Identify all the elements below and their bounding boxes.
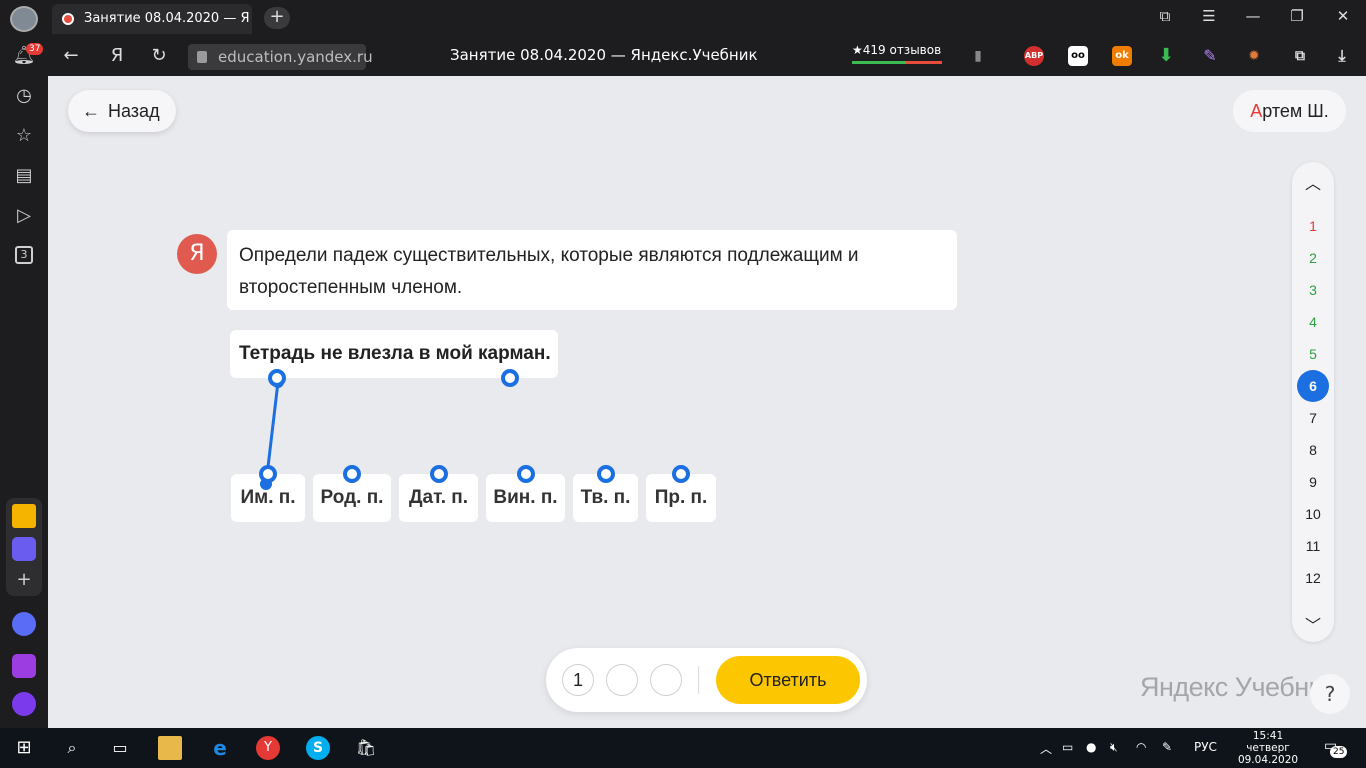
language-indicator[interactable]: РУС [1194,740,1217,754]
pen-icon[interactable]: ✎ [1162,740,1172,754]
battery-icon[interactable]: ▭ [1062,740,1073,754]
answer-slot-3[interactable] [650,664,682,696]
connector-dot-word-1[interactable] [268,369,286,387]
clock-day: четверг [1246,742,1290,754]
file-explorer-icon[interactable] [158,736,182,760]
connector-dot-rod[interactable] [343,465,361,483]
search-icon[interactable]: ⌕ [60,736,84,760]
connector-dot-tv[interactable] [597,465,615,483]
store-icon[interactable]: 🛍︎ [354,736,378,760]
connector-dot-pr[interactable] [672,465,690,483]
wifi-icon[interactable]: ◠ [1136,740,1146,754]
connector-dot-dat[interactable] [430,465,448,483]
action-center-icon[interactable]: ▭ 25 [1324,738,1348,758]
connector-dot-im[interactable] [259,465,277,483]
task-view-icon[interactable]: ▭ [108,736,132,760]
skype-icon[interactable]: S [306,736,330,760]
taskbar-clock[interactable]: 15:41 четверг 09.04.2020 [1236,730,1300,766]
help-button[interactable]: ? [1310,674,1350,714]
yandex-browser-icon[interactable]: Y [256,736,280,760]
tray-chevron-icon[interactable]: ︿ [1040,740,1052,757]
volume-icon[interactable]: 🔇︎ [1110,740,1118,755]
submit-answer-button[interactable]: Ответить [716,656,860,704]
tray-app-icon[interactable]: ● [1086,740,1096,754]
answer-slot-2[interactable] [606,664,638,696]
answer-slot-1[interactable]: 1 [562,664,594,696]
connector-dot-word-2[interactable] [501,369,519,387]
windows-start-icon[interactable]: ⊞ [12,736,36,760]
connector-dot-vin[interactable] [517,465,535,483]
clock-time: 15:41 [1252,730,1284,742]
clock-date: 09.04.2020 [1237,754,1299,766]
brand-logo: Яндекс Учебник [1140,672,1335,702]
edge-icon[interactable]: e [208,736,232,760]
answer-bar: 1 Ответить [546,648,867,712]
action-center-count: 25 [1330,746,1348,758]
divider [698,666,699,694]
